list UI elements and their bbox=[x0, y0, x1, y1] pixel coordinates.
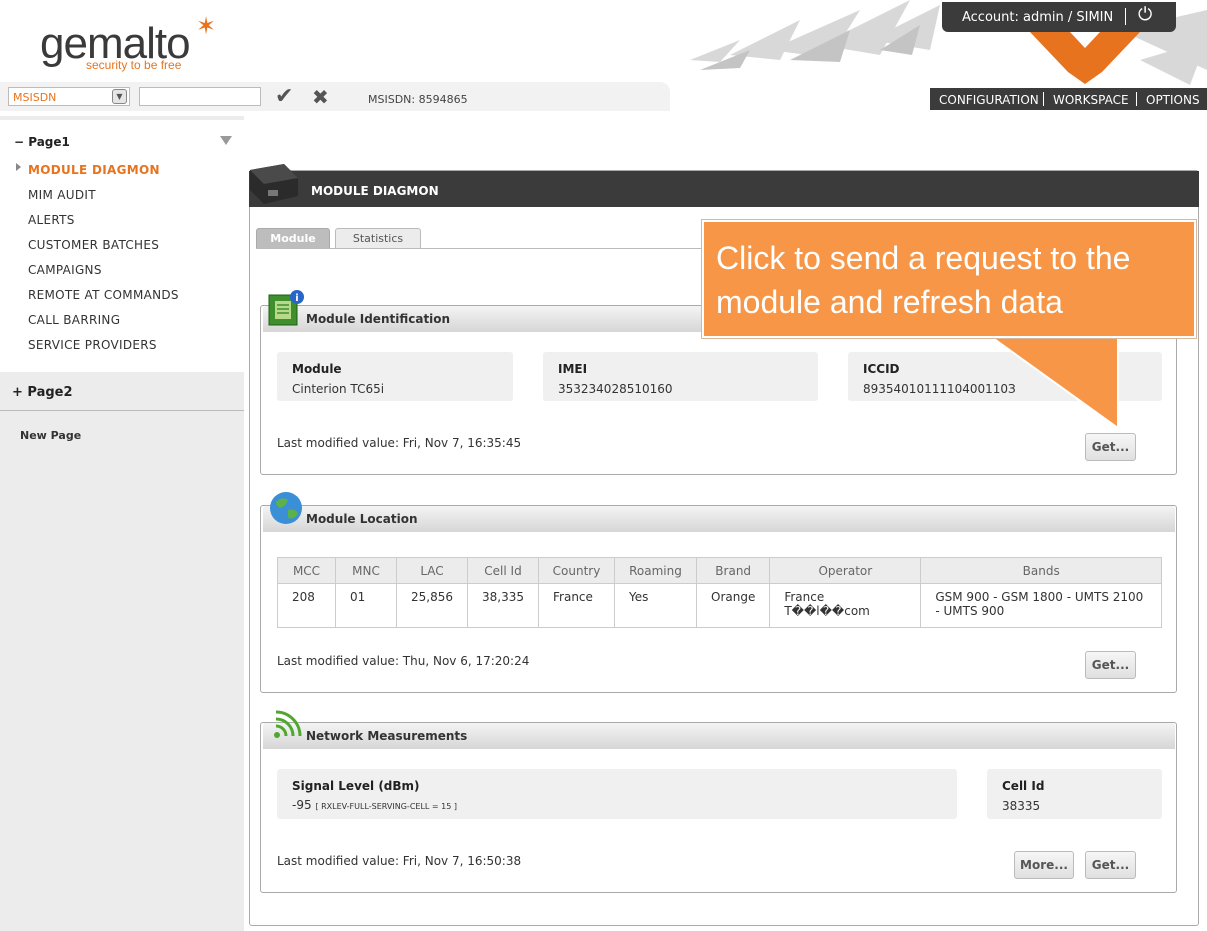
sidebar-page2-header[interactable]: + Page2 bbox=[12, 385, 73, 400]
account-label: Account: admin / SIMIN bbox=[962, 10, 1114, 25]
chip-info-icon: i bbox=[268, 290, 304, 326]
table-cell: France bbox=[538, 583, 615, 628]
cell-id-field: Cell Id 38335 bbox=[987, 769, 1162, 819]
nav-workspace[interactable]: WORKSPACE bbox=[1053, 93, 1129, 107]
nav-configuration[interactable]: CONFIGURATION bbox=[939, 93, 1039, 107]
brand-tagline: security to be free bbox=[86, 58, 182, 72]
field-value: Cinterion TC65i bbox=[292, 382, 385, 396]
panel-title: MODULE DIAGMON bbox=[311, 184, 439, 198]
get-location-button[interactable]: Get... bbox=[1085, 651, 1136, 679]
last-modified-text: Last modified value: Fri, Nov 7, 16:50:3… bbox=[277, 854, 522, 868]
table-cell: 38,335 bbox=[467, 583, 539, 628]
section-title: Module Identification bbox=[306, 312, 451, 326]
signal-level-field: Signal Level (dBm) -95 [ RXLEV-FULL-SERV… bbox=[277, 769, 957, 819]
signal-detail: [ RXLEV-FULL-SERVING-CELL = 15 ] bbox=[315, 802, 458, 811]
sidebar-item-mim-audit[interactable]: MIM AUDIT bbox=[28, 188, 96, 202]
location-table: MCC MNC LAC Cell Id Country Roaming Bran… bbox=[277, 557, 1162, 628]
globe-icon bbox=[270, 492, 302, 524]
table-cell: Yes bbox=[614, 583, 697, 628]
module-device-icon bbox=[250, 164, 298, 204]
field-label: Signal Level (dBm) bbox=[292, 779, 420, 793]
sidebar-item-campaigns[interactable]: CAMPAIGNS bbox=[28, 263, 102, 277]
get-identification-button[interactable]: Get... bbox=[1085, 433, 1136, 461]
divider bbox=[0, 410, 244, 411]
dropdown-arrow-icon[interactable]: ▼ bbox=[112, 89, 127, 104]
active-item-arrow-icon bbox=[16, 163, 21, 171]
search-type-select[interactable]: MSISDN ▼ bbox=[8, 87, 130, 106]
logo-star-icon: ✶ bbox=[196, 12, 217, 40]
callout-pointer bbox=[990, 336, 1119, 430]
tab-module[interactable]: Module bbox=[256, 228, 330, 248]
column-header: Cell Id bbox=[467, 557, 539, 584]
table-cell: GSM 900 - GSM 1800 - UMTS 2100 - UMTS 90… bbox=[920, 583, 1162, 628]
new-page-link[interactable]: New Page bbox=[20, 429, 81, 442]
search-input[interactable] bbox=[139, 87, 261, 106]
table-header-row: MCC MNC LAC Cell Id Country Roaming Bran… bbox=[277, 557, 1162, 584]
gemalto-logo: gemalto ✶ security to be free bbox=[40, 12, 220, 78]
sidebar-page1-header[interactable]: − Page1 bbox=[14, 135, 70, 149]
sidebar-item-module-diagmon[interactable]: MODULE DIAGMON bbox=[28, 163, 160, 177]
field-value: 353234028510160 bbox=[558, 382, 673, 396]
field-label: IMEI bbox=[558, 362, 588, 376]
last-modified-text: Last modified value: Fri, Nov 7, 16:35:4… bbox=[277, 436, 522, 450]
table-cell: Orange bbox=[695, 583, 771, 628]
sidebar-item-alerts[interactable]: ALERTS bbox=[28, 213, 75, 227]
table-cell: 25,856 bbox=[396, 583, 468, 628]
collapse-arrow-icon[interactable] bbox=[220, 136, 232, 145]
tab-statistics[interactable]: Statistics bbox=[335, 228, 421, 248]
sidebar-item-call-barring[interactable]: CALL BARRING bbox=[28, 313, 120, 327]
signal-waves-icon bbox=[274, 710, 302, 738]
get-network-button[interactable]: Get... bbox=[1085, 851, 1136, 879]
field-label: ICCID bbox=[863, 362, 900, 376]
column-header: Operator bbox=[769, 557, 922, 584]
column-header: Country bbox=[538, 557, 615, 584]
column-header: LAC bbox=[396, 557, 468, 584]
check-icon[interactable]: ✔ bbox=[275, 84, 293, 109]
column-header: MNC bbox=[335, 557, 397, 584]
section-title: Module Location bbox=[306, 512, 418, 526]
callout-text: Click to send a request to the module an… bbox=[716, 240, 1131, 320]
search-type-value: MSISDN bbox=[13, 91, 57, 104]
field-label: Module bbox=[292, 362, 342, 376]
power-icon[interactable]: ⏻ bbox=[1138, 4, 1152, 25]
section-title: Network Measurements bbox=[306, 729, 468, 743]
field-value: -95 [ RXLEV-FULL-SERVING-CELL = 15 ] bbox=[292, 798, 458, 812]
plus-icon[interactable]: + bbox=[12, 385, 27, 400]
minus-icon[interactable]: − bbox=[14, 135, 28, 149]
sidebar-item-customer-batches[interactable]: CUSTOMER BATCHES bbox=[28, 238, 159, 252]
table-row: 208 01 25,856 38,335 France Yes Orange F… bbox=[277, 583, 1162, 628]
column-header: MCC bbox=[277, 557, 336, 584]
column-header: Brand bbox=[695, 557, 771, 584]
top-nav: CONFIGURATION WORKSPACE OPTIONS bbox=[930, 88, 1207, 110]
imei-field: IMEI 353234028510160 bbox=[543, 352, 818, 401]
field-value: 38335 bbox=[1002, 799, 1041, 813]
table-cell: France T��l��com bbox=[769, 583, 922, 628]
last-modified-text: Last modified value: Thu, Nov 6, 17:20:2… bbox=[277, 654, 530, 668]
sidebar-item-service-providers[interactable]: SERVICE PROVIDERS bbox=[28, 338, 157, 352]
more-button[interactable]: More... bbox=[1014, 851, 1074, 879]
column-header: Roaming bbox=[614, 557, 697, 584]
sidebar-item-remote-at-commands[interactable]: REMOTE AT COMMANDS bbox=[28, 288, 179, 302]
field-label: Cell Id bbox=[1002, 779, 1045, 793]
msisdn-display: MSISDN: 8594865 bbox=[368, 93, 468, 106]
svg-text:i: i bbox=[295, 293, 298, 304]
account-bar: Account: admin / SIMIN ⏻ bbox=[942, 2, 1176, 32]
header-chevron-decoration bbox=[1030, 32, 1140, 84]
module-field: Module Cinterion TC65i bbox=[277, 352, 513, 401]
nav-options[interactable]: OPTIONS bbox=[1146, 93, 1200, 107]
table-cell: 208 bbox=[277, 583, 336, 628]
column-header: Bands bbox=[920, 557, 1162, 584]
close-icon[interactable]: ✖ bbox=[312, 85, 329, 109]
table-cell: 01 bbox=[335, 583, 397, 628]
